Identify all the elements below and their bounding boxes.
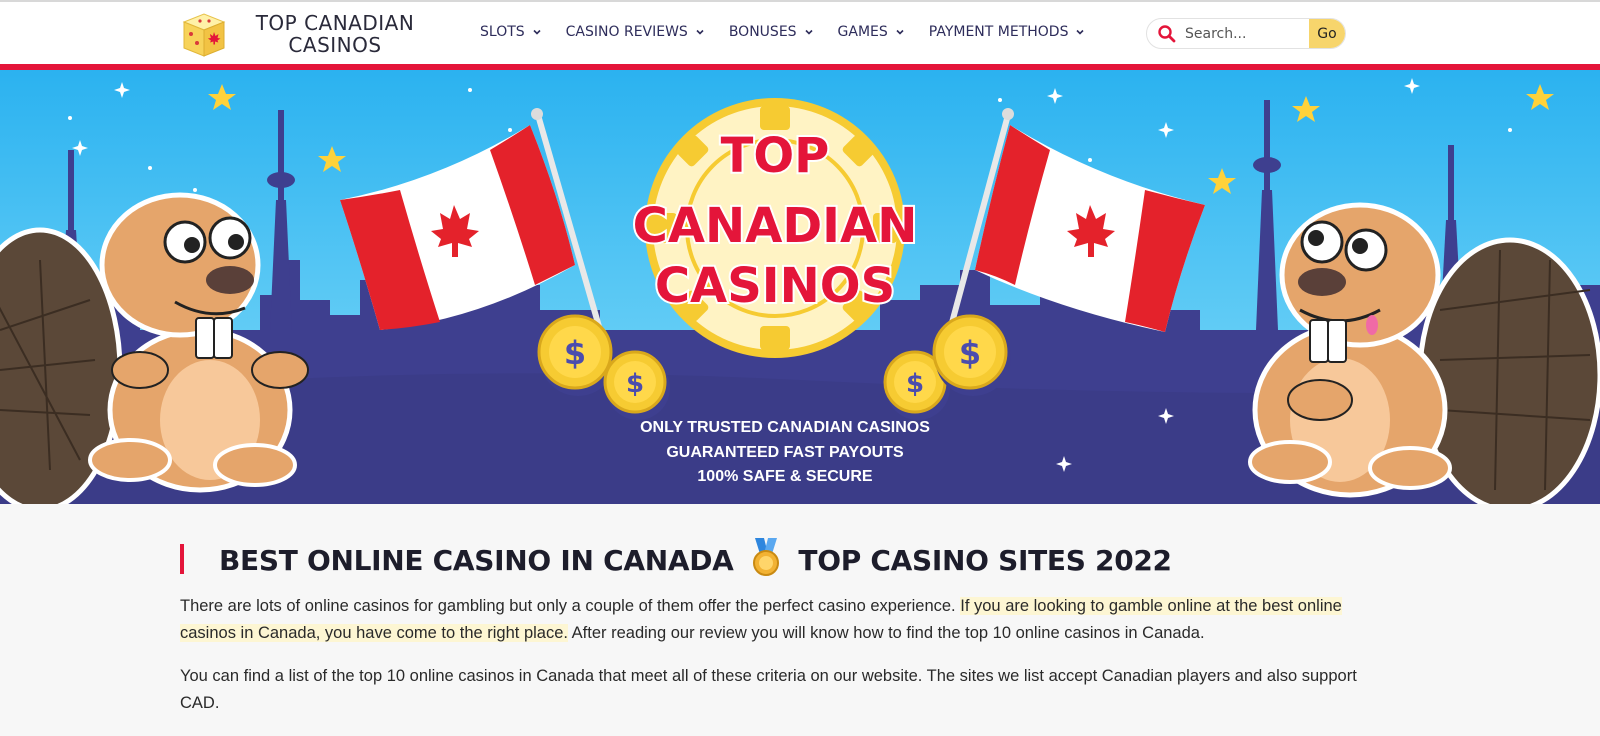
nav-payment-methods[interactable]: PAYMENT METHODS — [929, 24, 1086, 40]
chip-title-line-1: TOP — [721, 128, 830, 184]
intro-paragraph: There are lots of online casinos for gam… — [180, 593, 1360, 647]
nav-bonuses[interactable]: BONUSES — [729, 24, 814, 40]
page-title: BEST ONLINE CASINO IN CANADA TOP CASINO … — [180, 538, 1360, 581]
logo-wordmark: TOP CANADIAN CASINOS — [250, 12, 420, 56]
criteria-paragraph: You can find a list of the top 10 online… — [180, 667, 1357, 712]
dollar-icon: $ — [906, 369, 924, 399]
search-icon — [1158, 24, 1176, 42]
search-box: Go — [1146, 18, 1346, 49]
dollar-icon: $ — [626, 369, 644, 399]
chevron-down-icon — [696, 29, 704, 35]
search-input[interactable] — [1185, 25, 1305, 42]
nav-label: GAMES — [837, 24, 888, 40]
nav-slots[interactable]: SLOTS — [480, 24, 542, 40]
logo-line-1: TOP CANADIAN — [255, 11, 415, 35]
tagline-payouts: GUARANTEED FAST PAYOUTS — [666, 443, 904, 461]
nav-casino-reviews[interactable]: CASINO REVIEWS — [566, 24, 705, 40]
dollar-icon: $ — [959, 334, 981, 372]
medal-icon — [752, 538, 779, 576]
chevron-down-icon — [804, 29, 813, 35]
nav-label: CASINO REVIEWS — [565, 24, 688, 40]
chip-title-line-3: CASINOS — [655, 258, 895, 314]
hero-banner: TOP CANADIAN CASINOS $ $ $ $ ONLY TRUSTE… — [0, 70, 1600, 504]
intro-text-end: After reading our review you will know h… — [571, 624, 1205, 642]
nav-label: BONUSES — [728, 24, 797, 40]
chevron-down-icon — [533, 29, 541, 35]
chevron-down-icon — [896, 29, 904, 35]
search-go-button[interactable]: Go — [1309, 19, 1345, 48]
hero-taglines: ONLY TRUSTED CANADIAN CASINOS GUARANTEED… — [0, 416, 1570, 490]
site-logo[interactable]: TOP CANADIAN CASINOS — [180, 10, 420, 58]
nav-label: PAYMENT METHODS — [928, 24, 1069, 40]
page-title-part-1: BEST ONLINE CASINO IN CANADA — [219, 544, 734, 577]
chip-title-line-2: CANADIAN — [633, 198, 918, 254]
logo-line-2: CASINOS — [288, 33, 382, 57]
main-nav: SLOTS CASINO REVIEWS BONUSES GAMES PAYME… — [480, 24, 1109, 40]
intro-text: There are lots of online casinos for gam… — [180, 597, 956, 615]
nav-games[interactable]: GAMES — [838, 24, 905, 40]
tagline-trusted: ONLY TRUSTED CANADIAN CASINOS — [640, 419, 930, 436]
site-header: TOP CANADIAN CASINOS SLOTS CASINO REVIEW… — [0, 0, 1600, 64]
canada-flag-left — [340, 108, 603, 331]
tagline-secure: 100% SAFE & SECURE — [697, 468, 873, 485]
dice-maple-leaf-icon — [182, 13, 226, 57]
page-title-part-2: TOP CASINO SITES 2022 — [798, 544, 1172, 577]
nav-label: SLOTS — [480, 24, 525, 40]
main-content: BEST ONLINE CASINO IN CANADA TOP CASINO … — [180, 538, 1360, 717]
dollar-icon: $ — [564, 334, 586, 372]
chevron-down-icon — [1076, 29, 1085, 35]
